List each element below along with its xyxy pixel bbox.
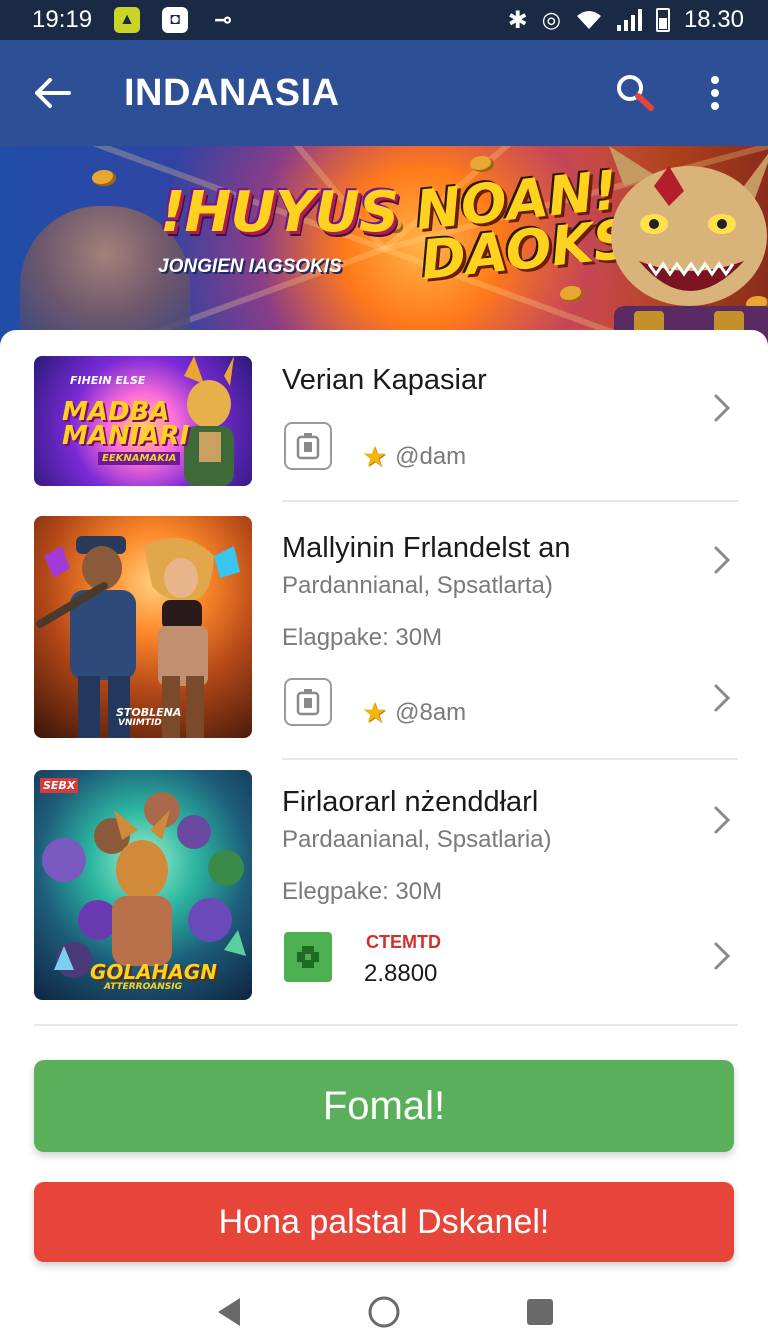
chevron-right-icon[interactable] [710,800,734,840]
item-title: Verian Kapasiar [282,364,487,396]
key-icon: ⊸ [213,7,233,32]
page-title: INDANASIA [124,71,340,114]
thumb-sub-text: VNIMTID [118,718,162,728]
thumb-top-text: FIHEIN ELSE [70,374,146,387]
thumb-title-text: MADBA MANIARI [62,397,190,451]
back-triangle-icon[interactable] [206,1290,250,1334]
chevron-right-icon[interactable] [710,936,734,976]
game-thumbnail: STOBLENA VNIMTID [34,516,252,738]
chevron-right-icon[interactable] [710,388,734,428]
item-size: Elagpake: 30M [282,624,443,651]
status-bar: 19:19 ▲ ◘ ⊸ ✱ ◎ 18.30 [0,0,768,40]
banner-subtitle: JONGIEN IAGSOKIS [158,256,342,277]
divider [34,1024,738,1026]
signal-icon [616,9,642,31]
battery-icon [655,8,670,32]
divider [282,758,738,760]
star-icon: ★ [362,441,388,472]
game-thumbnail: SEBX GOLAHAGN ATTERROANSIG [34,770,252,1000]
home-circle-icon[interactable] [362,1290,406,1334]
chevron-right-icon[interactable] [710,540,734,580]
rating-text: @dam [395,442,467,470]
green-app-icon [284,932,332,982]
rating: ★ @8am [362,696,466,729]
item-title: Mallyinin Frlandelst an [282,532,571,564]
banner-logo: !HUYUS [160,180,399,245]
app-badge-icon [284,678,332,726]
app-badge-icon [284,422,332,470]
recents-square-icon[interactable] [518,1290,562,1334]
thumb-tag: SEBX [40,778,79,793]
star-icon: ★ [362,697,388,728]
back-arrow-icon[interactable] [22,63,82,123]
price-value: 2.8800 [364,960,438,987]
bluetooth-icon: ✱ [507,6,528,34]
thumb-sub-text: ATTERROANSIG [104,982,182,992]
secondary-button[interactable]: Hona palstal Dskanel! [34,1182,734,1262]
more-vert-icon[interactable] [690,68,740,118]
price-label: CTEMTD [366,932,441,952]
wifi-icon [576,11,601,29]
banner-mascot-art [609,146,768,346]
rating: ★ @dam [362,440,466,473]
item-subtitle: Pardannianal, Spsatlarta) [282,572,553,599]
vibrate-icon: ◎ [541,7,561,32]
shield-icon: ◘ [162,7,189,33]
app-bar: INDANASIA [0,40,768,146]
item-size: Elegpake: 30M [282,878,443,905]
status-time: 19:19 [32,6,93,33]
system-nav-bar [0,1280,768,1344]
primary-button[interactable]: Fomal! [34,1060,734,1152]
item-subtitle: Pardaanianal, Spsatlaria) [282,826,552,853]
thumb-sub-text: EEKNAMAKIA [98,452,181,465]
chevron-right-icon[interactable] [710,678,734,718]
status-clock: 18.30 [683,6,744,33]
divider [282,500,738,502]
app-icon: ▲ [114,7,141,33]
promo-banner[interactable]: !HUYUS JONGIEN IAGSOKIS NOAN! DAOKS! [0,146,768,346]
thumb-title-text: GOLAHAGN [90,960,218,984]
search-icon[interactable] [610,68,660,118]
rating-text: @8am [395,698,467,726]
item-title: Firlaorarl nżenddłarl [282,786,539,818]
game-thumbnail: FIHEIN ELSE MADBA MANIARI EEKNAMAKIA [34,356,252,486]
